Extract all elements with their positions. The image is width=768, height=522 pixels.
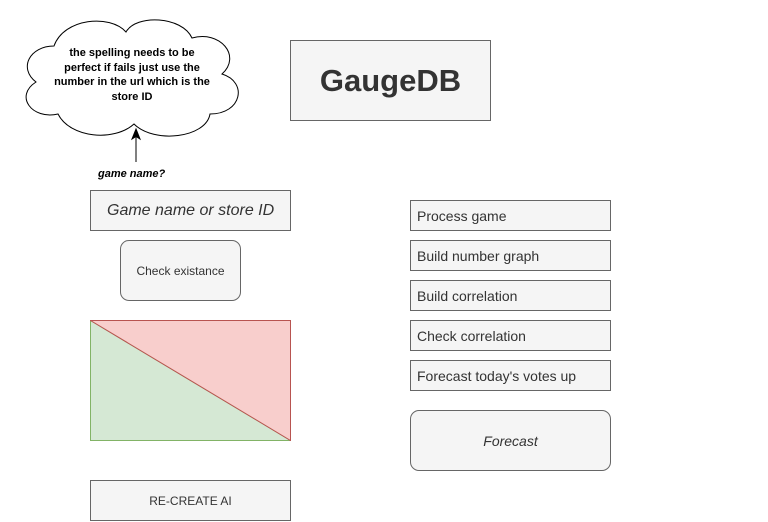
game-name-label: game name?: [98, 168, 166, 180]
arrow-up-icon: [130, 127, 142, 162]
build-number-graph-button[interactable]: Build number graph: [410, 240, 611, 271]
status-indicator: [90, 320, 291, 441]
forecast-button[interactable]: Forecast: [410, 410, 611, 471]
note-text: the spelling needs to be perfect if fail…: [54, 47, 210, 103]
check-existence-button[interactable]: Check existance: [120, 240, 241, 301]
build-correlation-button[interactable]: Build correlation: [410, 280, 611, 311]
pipeline-steps: Process game Build number graph Build co…: [410, 200, 611, 400]
game-name-input[interactable]: [90, 190, 291, 231]
forecast-votes-button[interactable]: Forecast today's votes up: [410, 360, 611, 391]
app-title: GaugeDB: [290, 40, 491, 121]
process-game-button[interactable]: Process game: [410, 200, 611, 231]
recreate-ai-button[interactable]: RE-CREATE AI: [90, 480, 291, 521]
check-correlation-button[interactable]: Check correlation: [410, 320, 611, 351]
